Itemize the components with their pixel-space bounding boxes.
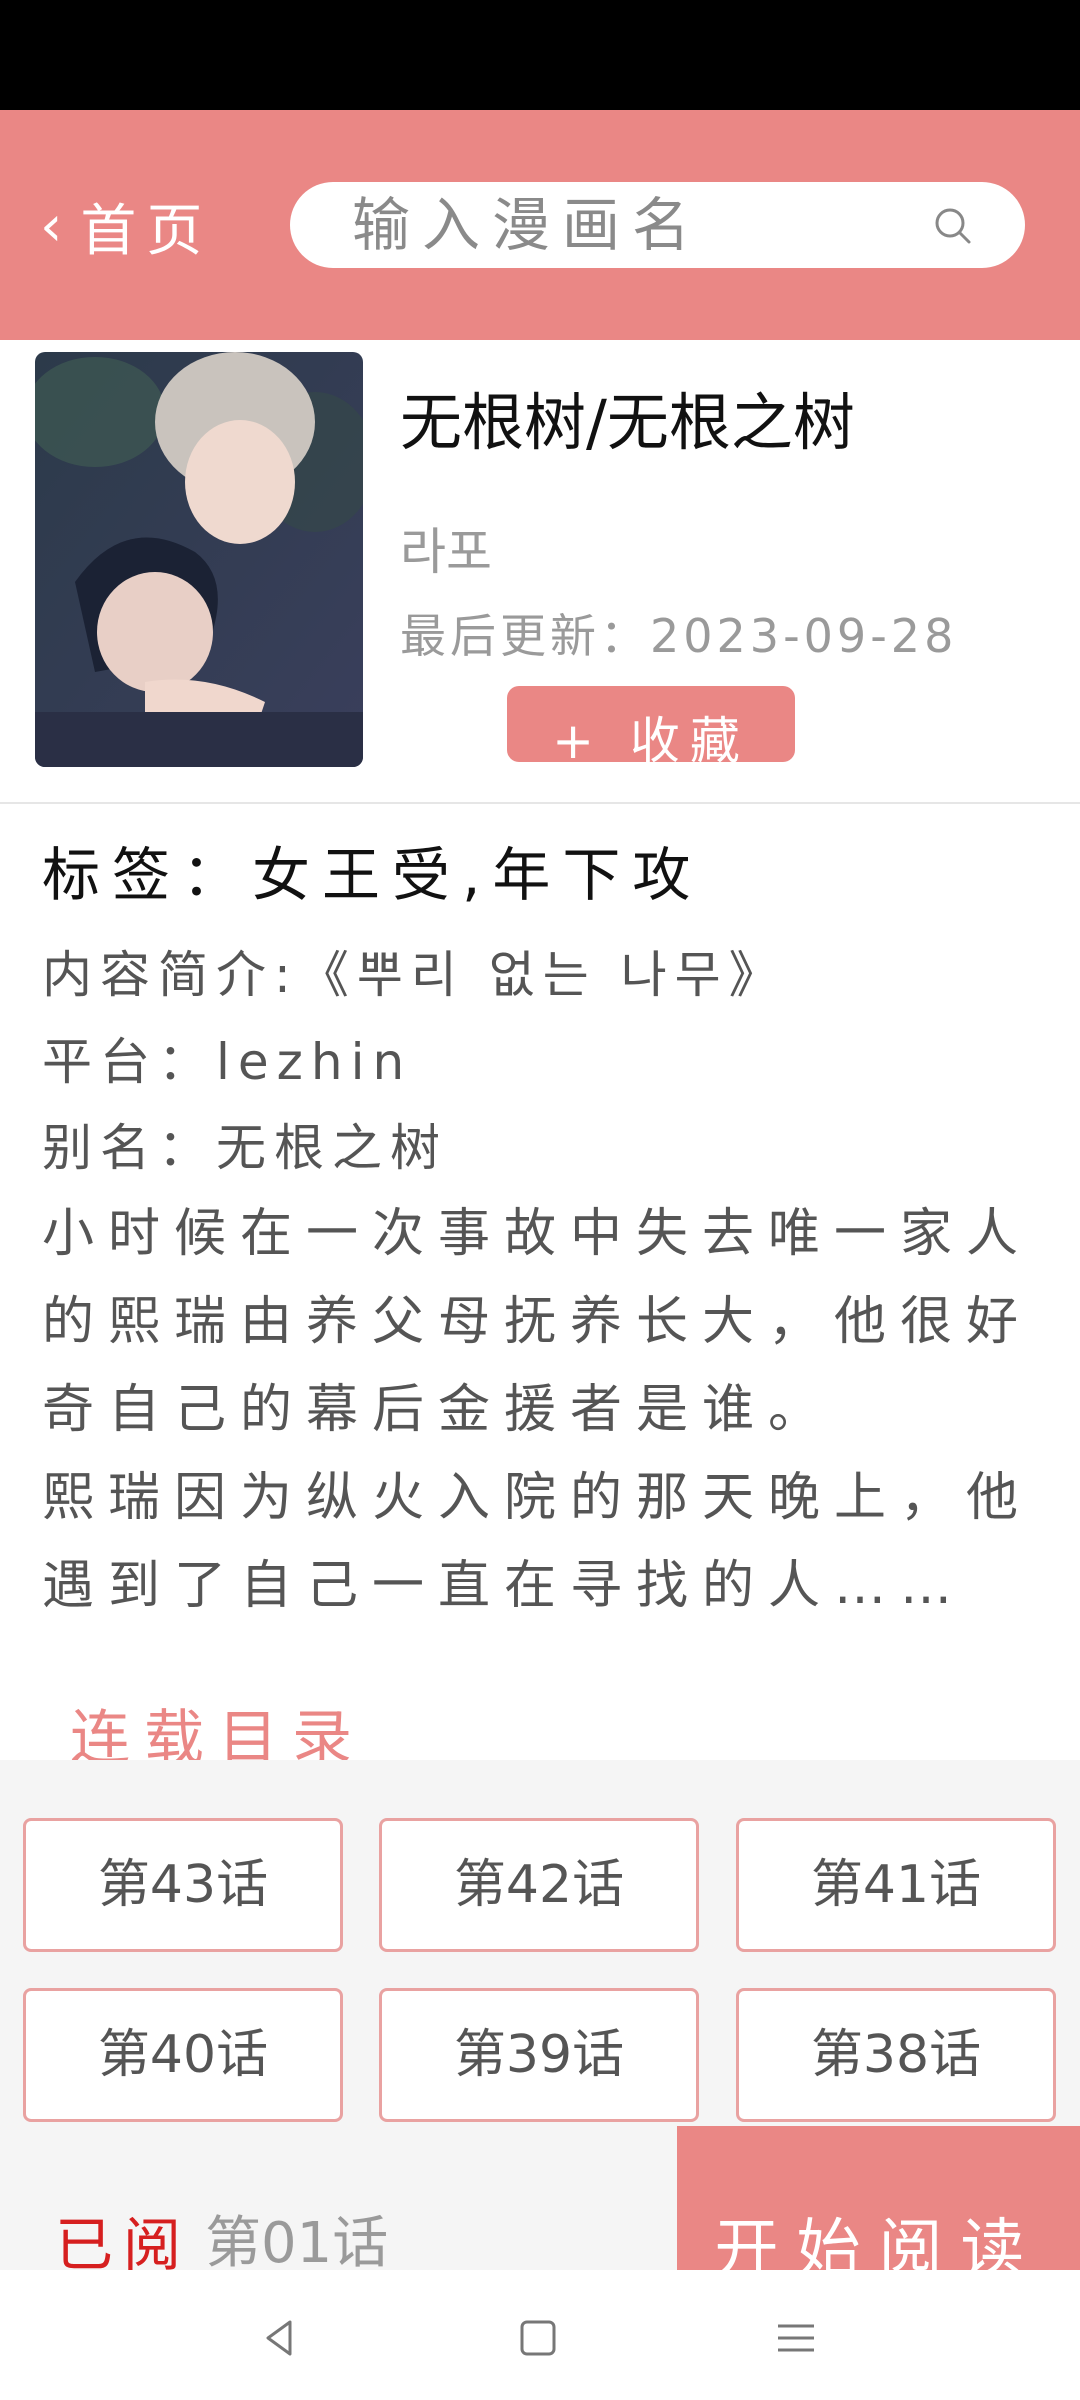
comic-title: 无根树/无根之树: [400, 386, 855, 459]
chapter-button[interactable]: 第39话: [379, 1988, 699, 2122]
search-icon[interactable]: [933, 206, 973, 246]
description: 小时候在一次事故中失去唯一家人的熙瑞由养父母抚养长大，他很好奇自己的幕后金援者是…: [42, 1190, 1052, 1630]
chapter-button[interactable]: 第41话: [736, 1818, 1056, 1952]
comic-author: 라포: [400, 523, 492, 581]
chapter-button[interactable]: 第42话: [379, 1818, 699, 1952]
search-placeholder: 输入漫画名: [352, 191, 703, 259]
system-nav-bar: [0, 2270, 1080, 2400]
favorite-button[interactable]: + 收藏: [507, 686, 795, 762]
status-bar: [0, 0, 1080, 110]
description-paragraph: 熙瑞因为纵火入院的那天晚上，他遇到了自己一直在寻找的人……: [42, 1468, 1033, 1616]
last-updated: 最后更新：2023-09-28: [400, 609, 958, 663]
menu-icon[interactable]: [766, 2308, 826, 2368]
square-home-icon[interactable]: [508, 2308, 568, 2368]
comic-cover-image: [35, 352, 363, 767]
reading-bar: 已阅 第01话 开始阅读: [0, 2126, 1080, 2279]
start-reading-button[interactable]: 开始阅读: [677, 2126, 1080, 2270]
chapter-button[interactable]: 第40话: [23, 1988, 343, 2122]
divider: [0, 802, 1080, 804]
chapter-button[interactable]: 第38话: [736, 1988, 1056, 2122]
tags-line: 标签：女王受,年下攻: [42, 841, 703, 909]
chevron-left-icon: ‹: [40, 193, 63, 259]
alias-line: 别名：无根之树: [42, 1119, 448, 1177]
back-label: 首页: [80, 198, 213, 264]
description-paragraph: 小时候在一次事故中失去唯一家人的熙瑞由养父母抚养长大，他很好奇自己的幕后金援者是…: [42, 1204, 1033, 1440]
search-input[interactable]: 输入漫画名: [290, 182, 1025, 268]
intro-line: 内容简介:《뿌리 없는 나무》: [42, 946, 787, 1004]
platform-line: 平台：lezhin: [42, 1033, 413, 1091]
triangle-back-icon[interactable]: [250, 2308, 310, 2368]
header: ‹ 首页 输入漫画名: [0, 110, 1080, 340]
back-button[interactable]: ‹ 首页: [40, 186, 212, 266]
last-read-chapter[interactable]: 第01话: [205, 2198, 388, 2279]
chapter-button[interactable]: 第43话: [23, 1818, 343, 1952]
